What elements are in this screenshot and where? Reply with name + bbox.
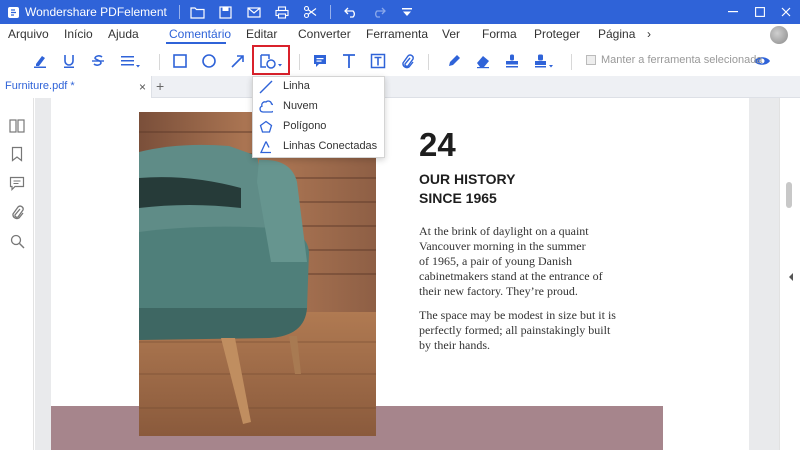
thumbnails-icon[interactable] <box>8 117 26 135</box>
menu-more-chevron[interactable]: › <box>647 27 651 41</box>
menu-ferramenta[interactable]: Ferramenta <box>366 27 428 41</box>
connected-lines-icon <box>259 140 273 154</box>
collapse-right-panel-icon[interactable] <box>788 268 796 281</box>
comments-icon[interactable] <box>8 174 26 192</box>
heading-line-1: OUR HISTORY <box>419 171 516 187</box>
stamp-icon[interactable] <box>503 52 521 70</box>
shape-dropdown-menu: Linha Nuvem Polígono Linhas Conectadas <box>252 76 385 158</box>
paragraph-line: Vancouver morning in the summer <box>419 239 586 253</box>
menu-ajuda[interactable]: Ajuda <box>108 27 139 41</box>
scissors-icon[interactable] <box>302 4 318 20</box>
menu-ver[interactable]: Ver <box>442 27 460 41</box>
document-viewport: 24 OUR HISTORY SINCE 1965 At the brink o… <box>35 98 779 450</box>
menu-item-label: Polígono <box>283 120 327 132</box>
paragraph-line: perfectly formed; all painstakingly buil… <box>419 323 611 337</box>
pdfelement-logo-icon <box>6 5 20 19</box>
paragraph-line: At the brink of daylight on a quaint <box>419 224 589 238</box>
attachment-icon[interactable] <box>398 52 416 70</box>
highlight-icon[interactable] <box>31 52 49 70</box>
undo-icon[interactable] <box>343 4 359 20</box>
menu-bar: Arquivo Início Ajuda Comentário Editar C… <box>0 24 800 46</box>
menu-converter[interactable]: Converter <box>298 27 351 41</box>
pencil-icon[interactable] <box>445 52 463 70</box>
pdf-page: 24 OUR HISTORY SINCE 1965 At the brink o… <box>51 98 749 450</box>
keep-tool-checkbox[interactable] <box>586 55 596 65</box>
menu-item-linhas-conectadas[interactable]: Linhas Conectadas <box>253 137 386 157</box>
bookmark-icon[interactable] <box>8 145 26 163</box>
add-tab-icon[interactable]: + <box>156 78 164 94</box>
eraser-icon[interactable] <box>474 52 492 70</box>
redo-icon[interactable] <box>371 4 387 20</box>
folder-icon[interactable] <box>190 4 206 20</box>
title-separator <box>178 5 180 19</box>
armchair-photo <box>139 112 376 436</box>
menu-pagina[interactable]: Página <box>598 27 635 41</box>
menu-inicio[interactable]: Início <box>64 27 93 41</box>
rectangle-icon[interactable] <box>171 52 189 70</box>
paragraph-line: cabinetmakers stand at the entrance of <box>419 269 603 283</box>
tab-label: Furniture.pdf * <box>5 80 75 92</box>
window-title: Wondershare PDFelement <box>25 5 167 19</box>
minimize-icon[interactable] <box>719 0 747 24</box>
toolbar-separator <box>159 54 160 70</box>
textbox-icon[interactable] <box>369 52 387 70</box>
side-panel <box>0 98 34 450</box>
menu-item-label: Linha <box>283 80 310 92</box>
menu-arquivo[interactable]: Arquivo <box>8 27 49 41</box>
shape-tool-highlight[interactable] <box>252 45 290 75</box>
toolbar-separator <box>428 54 429 70</box>
menu-proteger[interactable]: Proteger <box>534 27 580 41</box>
search-icon[interactable] <box>8 232 26 250</box>
text-align-menu-icon[interactable] <box>119 52 143 70</box>
title-separator-2 <box>329 5 331 19</box>
polygon-icon <box>259 120 273 134</box>
save-icon[interactable] <box>218 4 234 20</box>
toolbar-separator <box>299 54 300 70</box>
document-tab-bar: Furniture.pdf * × + <box>0 76 800 98</box>
avatar[interactable] <box>770 26 788 44</box>
cloud-icon <box>259 100 273 114</box>
circle-icon[interactable] <box>200 52 218 70</box>
menu-item-nuvem[interactable]: Nuvem <box>253 97 386 117</box>
tab-close-icon[interactable]: × <box>139 80 146 94</box>
menu-item-linha[interactable]: Linha <box>253 77 386 97</box>
paragraph-1: At the brink of daylight on a quaint Van… <box>419 224 603 299</box>
paragraph-line: their new factory. They’re proud. <box>419 284 578 298</box>
attachments-icon[interactable] <box>8 203 26 221</box>
scrollbar-thumb[interactable] <box>786 182 792 208</box>
strikethrough-icon[interactable] <box>89 52 107 70</box>
menu-item-label: Nuvem <box>283 100 318 112</box>
dropdown-arrow-icon[interactable] <box>399 4 415 20</box>
signature-menu-icon[interactable] <box>532 52 558 70</box>
menu-item-label: Linhas Conectadas <box>283 140 378 152</box>
menu-forma[interactable]: Forma <box>482 27 517 41</box>
toolbar-separator <box>571 54 572 70</box>
close-icon[interactable] <box>772 0 800 24</box>
section-heading: OUR HISTORY SINCE 1965 <box>419 170 515 208</box>
maximize-icon[interactable] <box>746 0 774 24</box>
text-icon[interactable] <box>340 52 358 70</box>
paragraph-line: of 1965, a pair of young Danish <box>419 254 572 268</box>
heading-line-2: SINCE 1965 <box>419 190 497 206</box>
title-bar: Wondershare PDFelement <box>0 0 800 24</box>
underline-icon[interactable] <box>60 52 78 70</box>
paragraph-line: The space may be modest in size but it i… <box>419 308 616 322</box>
menu-comentario[interactable]: Comentário <box>169 27 231 41</box>
keep-tool-label: Manter a ferramenta selecionada <box>601 54 763 66</box>
menu-editar[interactable]: Editar <box>246 27 277 41</box>
paragraph-2: The space may be modest in size but it i… <box>419 308 616 353</box>
print-icon[interactable] <box>274 4 290 20</box>
paragraph-line: by their hands. <box>419 338 490 352</box>
menu-item-poligono[interactable]: Polígono <box>253 117 386 137</box>
arrow-icon[interactable] <box>229 52 247 70</box>
line-icon <box>259 80 273 94</box>
section-number: 24 <box>419 126 456 163</box>
tab-furniture-pdf[interactable]: Furniture.pdf * × <box>0 76 152 98</box>
active-menu-indicator <box>166 42 226 44</box>
note-icon[interactable] <box>311 52 329 70</box>
mail-icon[interactable] <box>246 4 262 20</box>
